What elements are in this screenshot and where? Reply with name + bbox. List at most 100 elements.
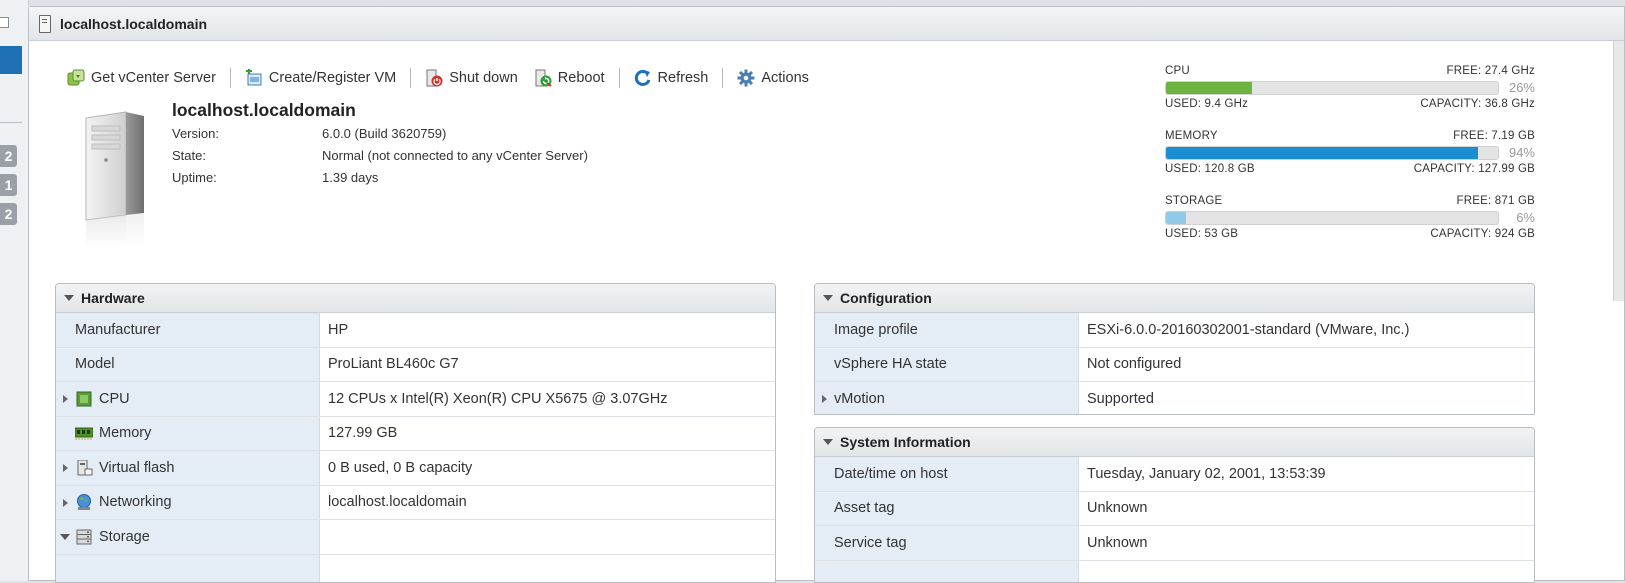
expand-icon[interactable] — [63, 395, 68, 403]
system-row-partial — [815, 561, 1534, 583]
navigator-selected-item[interactable] — [0, 46, 22, 74]
shutdown-icon — [425, 69, 443, 87]
hardware-row-storage[interactable]: Storage — [56, 520, 775, 555]
row-value: Unknown — [1087, 500, 1147, 516]
cpu-capacity: CAPACITY: 36.8 GHz — [1420, 98, 1535, 110]
host-icon — [39, 15, 51, 33]
cpu-meter: CPU FREE: 27.4 GHz 26% USED: 9.4 GHz CAPAC… — [1165, 65, 1535, 110]
collapse-icon — [823, 439, 833, 445]
refresh-button[interactable]: Refresh — [626, 67, 717, 89]
divider — [0, 122, 22, 123]
gear-icon — [737, 69, 755, 87]
storage-label: STORAGE — [1165, 195, 1222, 207]
storage-free: FREE: 871 GB — [1457, 195, 1535, 207]
hardware-row-cpu[interactable]: CPU 12 CPUs x Intel(R) Xeon(R) CPU X5675… — [56, 382, 775, 417]
hardware-row-networking[interactable]: Networking localhost.localdomain — [56, 486, 775, 521]
version-label: Version: — [172, 126, 322, 141]
expand-icon[interactable] — [63, 464, 68, 472]
row-key: Service tag — [834, 535, 907, 551]
row-key: Image profile — [834, 322, 918, 338]
cpu-label: CPU — [1165, 65, 1190, 77]
configuration-row-image-profile: Image profile ESXi-6.0.0-20160302001-sta… — [815, 313, 1534, 348]
memory-module-icon — [75, 425, 93, 441]
configuration-panel: Configuration Image profile ESXi-6.0.0-2… — [814, 283, 1535, 415]
cpu-percent: 26% — [1509, 80, 1535, 95]
hardware-panel-header[interactable]: Hardware — [56, 284, 775, 313]
host-name: localhost.localdomain — [172, 100, 356, 121]
server-image — [84, 110, 146, 248]
system-information-panel: System Information Date/time on host Tue… — [814, 427, 1535, 583]
actions-button[interactable]: Actions — [729, 67, 817, 89]
hardware-row-manufacturer: Manufacturer HP — [56, 313, 775, 348]
storage-usage-fill — [1166, 212, 1186, 224]
memory-capacity: CAPACITY: 127.99 GB — [1414, 163, 1535, 175]
hardware-panel: Hardware Manufacturer HP Model ProLiant … — [55, 283, 776, 583]
storage-used: USED: 53 GB — [1165, 228, 1238, 240]
host-window: localhost.localdomain Get vCenter Server… — [28, 6, 1625, 581]
memory-free: FREE: 7.19 GB — [1453, 130, 1535, 142]
toolbar-separator — [230, 68, 231, 88]
row-key: Date/time on host — [834, 466, 948, 482]
reboot-button[interactable]: Reboot — [526, 67, 613, 89]
shut-down-label: Shut down — [449, 70, 518, 86]
create-register-vm-button[interactable]: Create/Register VM — [237, 67, 404, 89]
count-badge: 2 — [0, 203, 17, 225]
toolbar-separator — [722, 68, 723, 88]
configuration-title: Configuration — [840, 290, 932, 306]
collapse-icon — [823, 295, 833, 301]
row-key: Storage — [99, 529, 150, 545]
configuration-row-vmotion[interactable]: vMotion Supported — [815, 382, 1534, 415]
row-value: 0 B used, 0 B capacity — [328, 460, 472, 476]
row-value: HP — [328, 322, 348, 338]
storage-meter: STORAGE FREE: 871 GB 6% USED: 53 GB CAPACI… — [1165, 195, 1535, 240]
get-vcenter-label: Get vCenter Server — [91, 70, 216, 86]
uptime-label: Uptime: — [172, 170, 322, 185]
virtual-flash-icon — [75, 460, 93, 476]
memory-used: USED: 120.8 GB — [1165, 163, 1255, 175]
reboot-icon — [534, 69, 552, 87]
hardware-row-model: Model ProLiant BL460c G7 — [56, 348, 775, 383]
row-key: Virtual flash — [99, 460, 175, 476]
row-key: CPU — [99, 391, 130, 407]
cpu-used: USED: 9.4 GHz — [1165, 98, 1248, 110]
toolbar-separator — [619, 68, 620, 88]
row-value: ProLiant BL460c G7 — [328, 356, 459, 372]
version-row: Version:6.0.0 (Build 3620759) — [172, 126, 446, 141]
hardware-row-virtual-flash[interactable]: Virtual flash 0 B used, 0 B capacity — [56, 451, 775, 486]
maximize-icon[interactable] — [0, 17, 9, 28]
uptime-row: Uptime:1.39 days — [172, 170, 378, 185]
cpu-usage-bar — [1165, 81, 1499, 95]
hardware-row-partial — [56, 555, 775, 583]
memory-label: MEMORY — [1165, 130, 1218, 142]
uptime-value: 1.39 days — [322, 170, 378, 185]
state-label: State: — [172, 148, 322, 163]
shut-down-button[interactable]: Shut down — [417, 67, 526, 89]
configuration-panel-header[interactable]: Configuration — [815, 284, 1534, 313]
row-value: localhost.localdomain — [328, 494, 467, 510]
row-value: Unknown — [1087, 535, 1147, 551]
row-key: Networking — [99, 494, 172, 510]
memory-usage-bar — [1165, 146, 1499, 160]
storage-percent: 6% — [1516, 210, 1535, 225]
memory-meter: MEMORYFREE: 7.19 GB 94% USED: 120.8 GBCA… — [1165, 130, 1535, 175]
cpu-free: FREE: 27.4 GHz — [1447, 65, 1535, 77]
storage-capacity: CAPACITY: 924 GB — [1430, 228, 1535, 240]
collapse-icon[interactable] — [60, 534, 70, 540]
expand-icon[interactable] — [822, 395, 827, 403]
cpu-chip-icon — [75, 391, 93, 407]
expand-icon[interactable] — [63, 499, 68, 507]
toolbar-separator — [410, 68, 411, 88]
row-key: Asset tag — [834, 500, 894, 516]
system-row-asset-tag: Asset tag Unknown — [815, 492, 1534, 527]
vertical-scrollbar[interactable] — [1613, 41, 1624, 301]
get-vcenter-button[interactable]: Get vCenter Server — [59, 67, 224, 89]
system-row-service-tag: Service tag Unknown — [815, 526, 1534, 561]
actions-label: Actions — [761, 70, 809, 86]
refresh-icon — [634, 69, 652, 87]
version-value: 6.0.0 (Build 3620759) — [322, 126, 446, 141]
vcenter-icon — [67, 69, 85, 87]
system-information-panel-header[interactable]: System Information — [815, 428, 1534, 457]
refresh-label: Refresh — [658, 70, 709, 86]
row-value: Tuesday, January 02, 2001, 13:53:39 — [1087, 466, 1326, 482]
create-vm-icon — [245, 69, 263, 87]
